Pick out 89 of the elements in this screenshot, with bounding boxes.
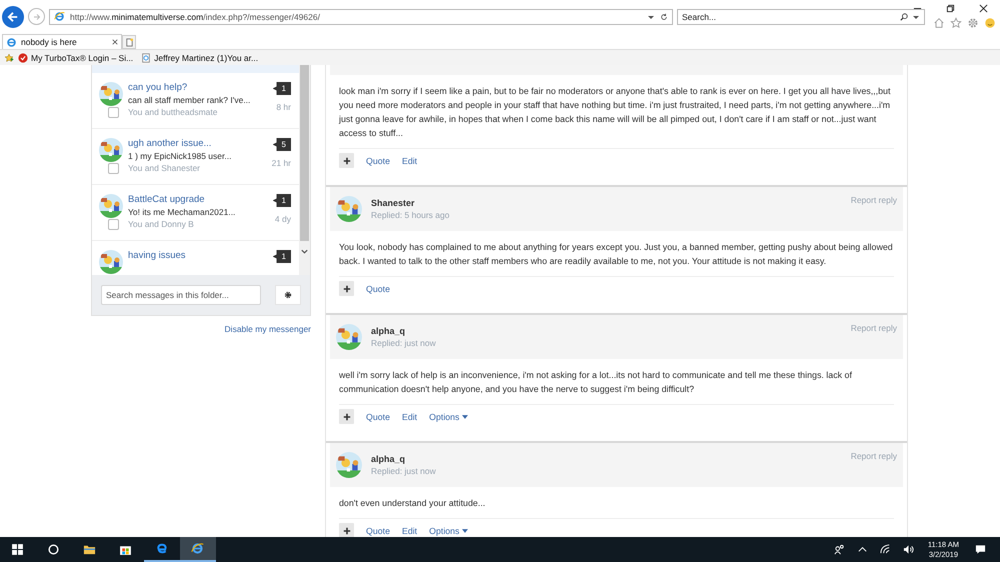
conversation-item[interactable]: ugh another issue... 1 ) my EpicNick1985 user... You and Shanester 5 21 hr (92, 129, 299, 185)
plus-button[interactable] (339, 523, 354, 537)
timestamp: 4 dy (274, 214, 291, 224)
url-text: http://www.minimatemultiverse.com/index.php?/messenger/49626/ (70, 12, 321, 22)
taskbar-app[interactable] (180, 537, 216, 562)
favorite-link[interactable]: My TurboTax® Login – Si... (18, 52, 134, 62)
back-button[interactable] (2, 6, 24, 28)
page-icon (141, 52, 152, 62)
conversation-title[interactable]: ugh another issue... (128, 138, 251, 150)
back-arrow-icon (6, 10, 20, 24)
star-icon[interactable] (950, 17, 962, 29)
address-bar[interactable]: http://www.minimatemultiverse.com/index.php?/messenger/49626/ (49, 8, 673, 24)
caret-icon (462, 528, 468, 532)
post-action-link[interactable]: Quote (366, 412, 390, 422)
settings-icon[interactable] (967, 17, 979, 29)
plus-button[interactable] (339, 409, 354, 424)
wifi-icon[interactable] (880, 544, 891, 555)
browser-logo-icon (54, 11, 65, 22)
post-text: well i'm sorry lack of help is an inconvenience, i'm not asking for a lot...its not hard to communicate and tell me these things. lack of communication doesn't help anyone, and you have the nerve to suggest i'm being difficult? (338, 369, 853, 396)
scrollbar[interactable] (299, 65, 310, 275)
volume-icon[interactable] (902, 544, 914, 555)
plus-button[interactable] (339, 281, 354, 296)
conversation-title[interactable]: BattleCat upgrade (128, 194, 251, 206)
reply-count-badge: 5 (272, 138, 291, 151)
conversation-item[interactable]: having issues 1 (92, 241, 299, 275)
conversation-preview: 1 ) my EpicNick1985 user... (128, 150, 232, 162)
conversation-preview: Yo! its me Mechaman2021... (128, 206, 236, 218)
plus-button[interactable] (339, 153, 354, 168)
forward-arrow-icon (32, 12, 42, 22)
author-name[interactable]: alpha_q (371, 454, 842, 464)
search-bar[interactable]: Search... (677, 8, 925, 24)
reply-time: Replied: just now (371, 466, 437, 476)
post-action-link[interactable]: Quote (366, 156, 390, 166)
reply-count-badge: 1 (272, 250, 291, 263)
reply-time: Replied: just now (371, 338, 437, 348)
timestamp: 21 hr (272, 158, 291, 168)
checkbox[interactable] (108, 219, 119, 230)
conversation-preview: can all staff member rank? I've... (128, 94, 251, 106)
check-badge-icon (18, 52, 28, 62)
reply-time: Replied: 5 hours ago (371, 210, 450, 220)
plus-icon (342, 156, 350, 164)
author-name[interactable]: Shanester (371, 198, 842, 208)
disable-messenger-link[interactable]: Disable my messenger (224, 324, 311, 334)
checkbox[interactable] (108, 163, 119, 174)
post-action-link[interactable]: Edit (402, 412, 418, 422)
new-page-icon (124, 38, 134, 46)
close-icon[interactable] (112, 39, 118, 45)
reply-count-badge: 1 (272, 194, 291, 207)
post-text: don't even understand your attitude... (338, 497, 486, 510)
plus-icon (342, 412, 350, 420)
browser-logo-icon (6, 36, 17, 48)
author-name[interactable]: alpha_q (371, 326, 842, 336)
plus-icon (342, 284, 350, 292)
participants-text: You and Donny B (128, 218, 195, 231)
conversation-title[interactable]: having issues (128, 250, 251, 262)
options-menu[interactable]: Options (429, 526, 468, 536)
post-action-link[interactable]: Edit (402, 156, 418, 166)
post-action-link[interactable]: Quote (366, 526, 390, 536)
reply-count-badge: 1 (272, 82, 291, 95)
notification-icon[interactable] (975, 544, 986, 555)
browser-tab[interactable]: nobody is here (2, 34, 122, 49)
chevron-down-icon[interactable] (300, 247, 309, 256)
favorite-link[interactable]: Jeffrey Martinez (1)You ar... (141, 52, 258, 62)
refresh-icon[interactable] (660, 12, 668, 20)
tab-title: nobody is here (21, 37, 78, 47)
conversation-item[interactable]: BattleCat upgrade Yo! its me Mechaman2021... You and Donny B 1 4 dy (92, 185, 299, 241)
search-field[interactable]: Search messages in this folder... (101, 285, 261, 305)
options-menu[interactable]: Options (429, 412, 468, 422)
timestamp: 8 hr (276, 102, 291, 112)
post-text: look man i'm sorry if I seem like a pain, but to be fair no moderators or anyone that's able to rank is ever on here. I get you all have lives,,,but you need more moderators and people in your staff that have nothing but time. i'm just frustraited, I need parts, i'm not getting anywhere...i'm just gonna leave for awhile, in hopes that when I come back this name will will be all pimped out, I don't care if I am staff or not...just want access to stuff... (338, 85, 892, 140)
checkbox[interactable] (108, 107, 119, 118)
new-tab-button[interactable] (122, 35, 136, 49)
people-icon[interactable] (834, 544, 845, 555)
smiley-icon[interactable] (984, 17, 996, 29)
search-icon[interactable] (900, 12, 908, 20)
post-text: You look, nobody has complained to me about anything for years except you. Just you, a banned member, getting pushy about being allowed back. I wanted to talk to the other staff members who are readily available to me, not you. Your attitude is not making it easy. (338, 241, 894, 268)
participants-text: You and Shanester (128, 162, 201, 175)
favorites-star-icon[interactable] (4, 52, 14, 62)
gear-icon (284, 291, 292, 299)
post-action-link[interactable]: Edit (402, 526, 418, 536)
home-icon[interactable] (933, 17, 945, 29)
plus-icon (342, 526, 350, 534)
settings-button[interactable] (275, 285, 301, 305)
post-action-link[interactable]: Quote (366, 284, 390, 294)
conversation-item[interactable]: can you help? can all staff member rank? I've... You and buttheadsmate 1 8 hr (92, 73, 299, 129)
scrollbar-thumb[interactable] (300, 65, 309, 241)
participants-text: You and buttheadsmate (128, 106, 218, 119)
conversation-title[interactable]: can you help? (128, 82, 251, 94)
caret-icon (462, 414, 468, 418)
